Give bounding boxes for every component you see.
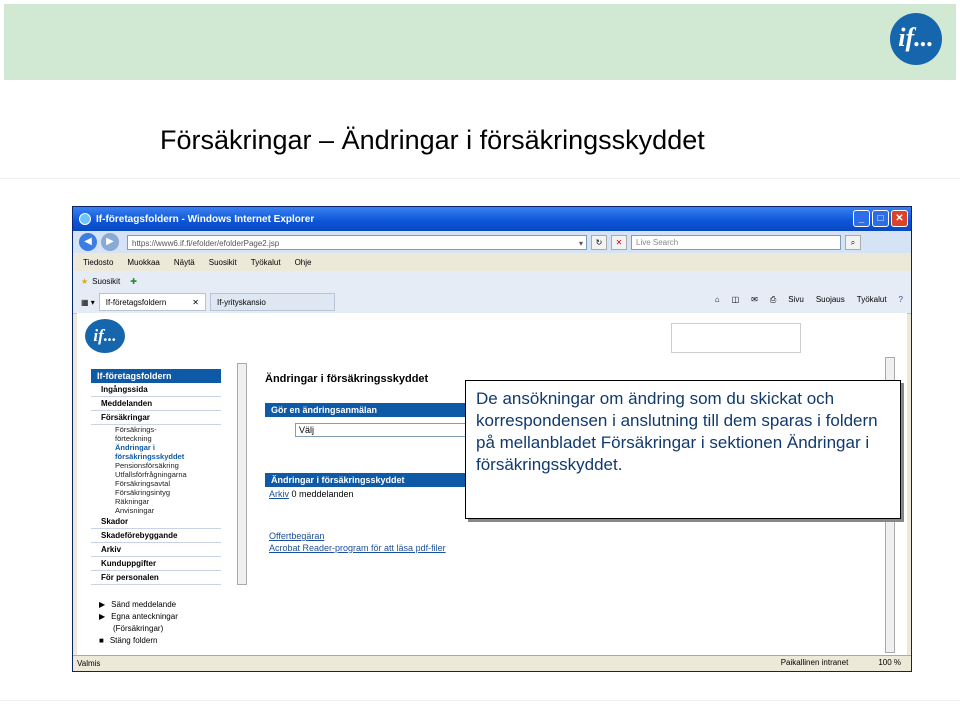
tab-if-foretagsfoldern[interactable]: If-företagsfoldern ✕ [98, 293, 206, 311]
panel-header-change: Gör en ändringsanmälan [265, 403, 465, 417]
menu-item-tools[interactable]: Työkalut [251, 258, 281, 267]
change-type-select[interactable]: Välj [295, 423, 485, 437]
forward-button[interactable]: ▶ [101, 233, 119, 251]
side-nav: If-företagsfoldern Ingångssida Meddeland… [91, 369, 221, 585]
arrow-icon: ▶ [99, 600, 106, 609]
arrow-icon: ▶ [99, 612, 106, 621]
menu-item-edit[interactable]: Muokkaa [127, 258, 159, 267]
bg-divider [0, 700, 960, 701]
archive-link[interactable]: Arkiv [269, 489, 289, 499]
sidenav-item-forsakringar[interactable]: Försäkringar [91, 411, 221, 425]
acrobat-reader-link[interactable]: Acrobat Reader-program för att läsa pdf-… [269, 543, 446, 553]
help-icon[interactable]: ? [899, 295, 903, 305]
main-title: Ändringar i försäkringsskyddet [265, 373, 429, 385]
maximize-button[interactable]: □ [872, 210, 889, 227]
search-input[interactable]: Live Search [631, 234, 841, 250]
zoom-control[interactable]: 100 % [878, 658, 901, 667]
sidenav-subitem[interactable]: Pensionsförsäkring [91, 461, 221, 470]
own-notes-sublabel: (Försäkringar) [113, 624, 164, 633]
sidenav-item-kunduppgifter[interactable]: Kunduppgifter [91, 557, 221, 571]
sidenav-subitem[interactable]: Försäkrings- [91, 425, 221, 434]
search-icon[interactable]: ⌕ [845, 234, 861, 250]
menu-item-favorites[interactable]: Suosikit [209, 258, 237, 267]
own-notes-link[interactable]: Egna anteckningar [111, 611, 178, 623]
sidenav-subitem-active[interactable]: Ändringar i [91, 443, 221, 452]
close-tab-icon[interactable]: ✕ [192, 298, 199, 307]
minimize-button[interactable]: _ [853, 210, 870, 227]
tab-if-yrityskansio[interactable]: If-yrityskansio [209, 293, 336, 311]
status-bar: Valmis Paikallinen intranet 100 % [73, 655, 911, 671]
page-logo: if... [85, 319, 125, 353]
callout-box: De ansökningar om ändring som du skickat… [465, 380, 901, 519]
star-icon[interactable]: ★ [81, 277, 88, 286]
sidenav-scrollbar[interactable] [237, 363, 247, 585]
mail-icon[interactable]: ✉ [751, 295, 758, 305]
bottom-links: ▶ Sänd meddelande ▶ Egna anteckningar (För… [99, 599, 178, 647]
sidenav-subitem[interactable]: förteckning [91, 434, 221, 443]
sidenav-item-meddelanden[interactable]: Meddelanden [91, 397, 221, 411]
status-text: Valmis [77, 659, 101, 668]
quote-request-link[interactable]: Offertbegäran [269, 531, 324, 541]
send-message-link[interactable]: Sänd meddelande [111, 599, 176, 611]
tab-bar: ▦ ▾ If-företagsfoldern ✕ If-yrityskansio … [73, 291, 911, 314]
close-folder-link[interactable]: Stäng foldern [110, 635, 158, 647]
sidenav-subitem-active[interactable]: försäkringsskyddet [91, 452, 221, 461]
address-bar[interactable]: https://www6.if.fi/efolder/efolderPage2.… [127, 234, 587, 251]
favorites-button[interactable]: Suosikit [92, 277, 120, 286]
slide-title: Försäkringar – Ändringar i försäkringssk… [160, 125, 705, 155]
quick-tabs-icon[interactable]: ▦ ▾ [81, 298, 95, 307]
sidenav-subitem[interactable]: Räkningar [91, 497, 221, 506]
refresh-icon[interactable]: ↻ [591, 234, 607, 250]
menu-bar: Tiedosto Muokkaa Näytä Suosikit Työkalut… [73, 253, 911, 271]
bg-divider [0, 178, 960, 179]
panel-header-changes: Ändringar i försäkringsskyddet [265, 473, 465, 487]
add-favorite-icon[interactable]: ✚ [130, 277, 137, 286]
sidenav-subitem[interactable]: Försäkringsintyg [91, 488, 221, 497]
stop-icon[interactable]: ✕ [611, 234, 627, 250]
tools-menu[interactable]: Työkalut [857, 295, 887, 305]
zone-label: Paikallinen intranet [780, 658, 849, 667]
sidenav-item-for-personalen[interactable]: För personalen [91, 571, 221, 585]
sidenav-subitem[interactable]: Utfallsförfrågningarna [91, 470, 221, 479]
ie-icon [79, 213, 91, 225]
sidenav-subitem[interactable]: Anvisningar [91, 506, 221, 515]
close-button[interactable]: ✕ [891, 210, 908, 227]
sidenav-item-arkiv[interactable]: Arkiv [91, 543, 221, 557]
if-logo: if... [890, 13, 942, 65]
square-icon: ■ [99, 636, 104, 645]
window-title: If-företagsfoldern - Windows Internet Ex… [96, 213, 315, 225]
sidenav-item-skadeforebyggande[interactable]: Skadeförebyggande [91, 529, 221, 543]
sidenav-header: If-företagsfoldern [91, 369, 221, 383]
menu-item-view[interactable]: Näytä [174, 258, 195, 267]
callout-text: De ansökningar om ändring som du skickat… [476, 389, 878, 474]
address-row: ◀ ▶ https://www6.if.fi/efolder/efolderPa… [73, 231, 911, 253]
safety-menu[interactable]: Suojaus [816, 295, 845, 305]
sidenav-item-ingangssida[interactable]: Ingångssida [91, 383, 221, 397]
dropdown-arrow-icon[interactable]: ▾ [579, 236, 583, 251]
home-icon[interactable]: ⌂ [715, 295, 720, 305]
print-icon[interactable]: ⎙ [770, 295, 776, 305]
menu-item-help[interactable]: Ohje [295, 258, 312, 267]
messages-count: 0 meddelanden [291, 489, 354, 499]
page-menu[interactable]: Sivu [788, 295, 804, 305]
title-bar: If-företagsfoldern - Windows Internet Ex… [73, 207, 911, 231]
feeds-icon[interactable]: ◫ [732, 295, 740, 305]
sidenav-subitem[interactable]: Försäkringsavtal [91, 479, 221, 488]
header-box [671, 323, 801, 353]
header-band [4, 4, 956, 80]
sidenav-item-skador[interactable]: Skador [91, 515, 221, 529]
favorites-bar: ★ Suosikit ✚ [73, 271, 911, 291]
menu-item-file[interactable]: Tiedosto [83, 258, 113, 267]
back-button[interactable]: ◀ [79, 233, 97, 251]
